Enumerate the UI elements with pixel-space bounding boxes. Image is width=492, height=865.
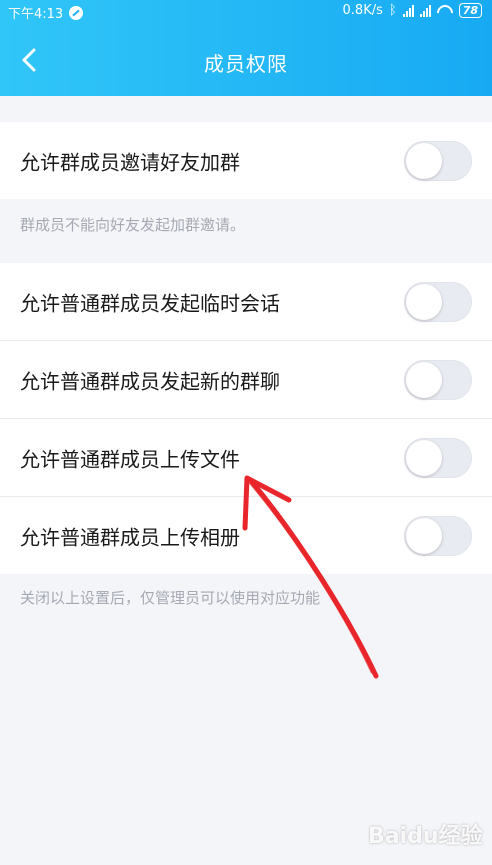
setting-row-invite: 允许群成员邀请好友加群	[0, 122, 492, 199]
toggle-knob	[406, 361, 442, 398]
network-speed: 0.8K/s	[342, 3, 383, 18]
hint-text-permissions: 关闭以上设置后，仅管理员可以使用对应功能	[20, 589, 321, 607]
toggle-knob	[406, 142, 442, 179]
toggle-switch-temp-chat[interactable]	[404, 281, 472, 322]
status-time: 下午4:13	[8, 7, 64, 22]
setting-row-temp-chat: 允许普通群成员发起临时会话	[0, 263, 492, 341]
baidu-watermark: Baidu经验	[368, 824, 483, 849]
toggle-knob	[406, 517, 442, 554]
setting-label: 允许普通群成员发起临时会话	[20, 291, 280, 315]
hint-text-invite: 群成员不能向好友发起加群邀请。	[20, 216, 246, 234]
page-title: 成员权限	[204, 52, 288, 76]
signal-icon	[402, 4, 414, 17]
toggle-switch-invite[interactable]	[404, 140, 472, 181]
bluetooth-icon: ᛒ	[388, 3, 397, 18]
toggle-switch-upload-file[interactable]	[404, 437, 472, 478]
invite-settings-section: 允许群成员邀请好友加群	[0, 122, 492, 199]
setting-row-new-group: 允许普通群成员发起新的群聊	[0, 341, 492, 419]
header-bar: 下午4:13 0.8K/s ᛒ 78 成员权限	[0, 0, 492, 96]
setting-label: 允许群成员邀请好友加群	[20, 150, 240, 174]
setting-label: 允许普通群成员上传相册	[20, 525, 240, 549]
toggle-knob	[406, 283, 442, 320]
toggle-switch-upload-album[interactable]	[404, 515, 472, 556]
signal-icon-2	[419, 4, 431, 17]
battery-level: 78	[458, 3, 482, 18]
toggle-knob	[406, 439, 442, 476]
sync-icon	[69, 5, 84, 20]
member-permissions-section: 允许普通群成员发起临时会话 允许普通群成员发起新的群聊 允许普通群成员上传文件 …	[0, 263, 492, 574]
setting-row-upload-album: 允许普通群成员上传相册	[0, 497, 492, 574]
setting-row-upload-file: 允许普通群成员上传文件	[0, 419, 492, 497]
setting-label: 允许普通群成员上传文件	[20, 447, 240, 471]
wifi-icon	[437, 5, 453, 17]
setting-label: 允许普通群成员发起新的群聊	[20, 369, 280, 393]
status-bar: 下午4:13 0.8K/s ᛒ 78	[0, 0, 492, 24]
toggle-switch-new-group[interactable]	[404, 359, 472, 400]
